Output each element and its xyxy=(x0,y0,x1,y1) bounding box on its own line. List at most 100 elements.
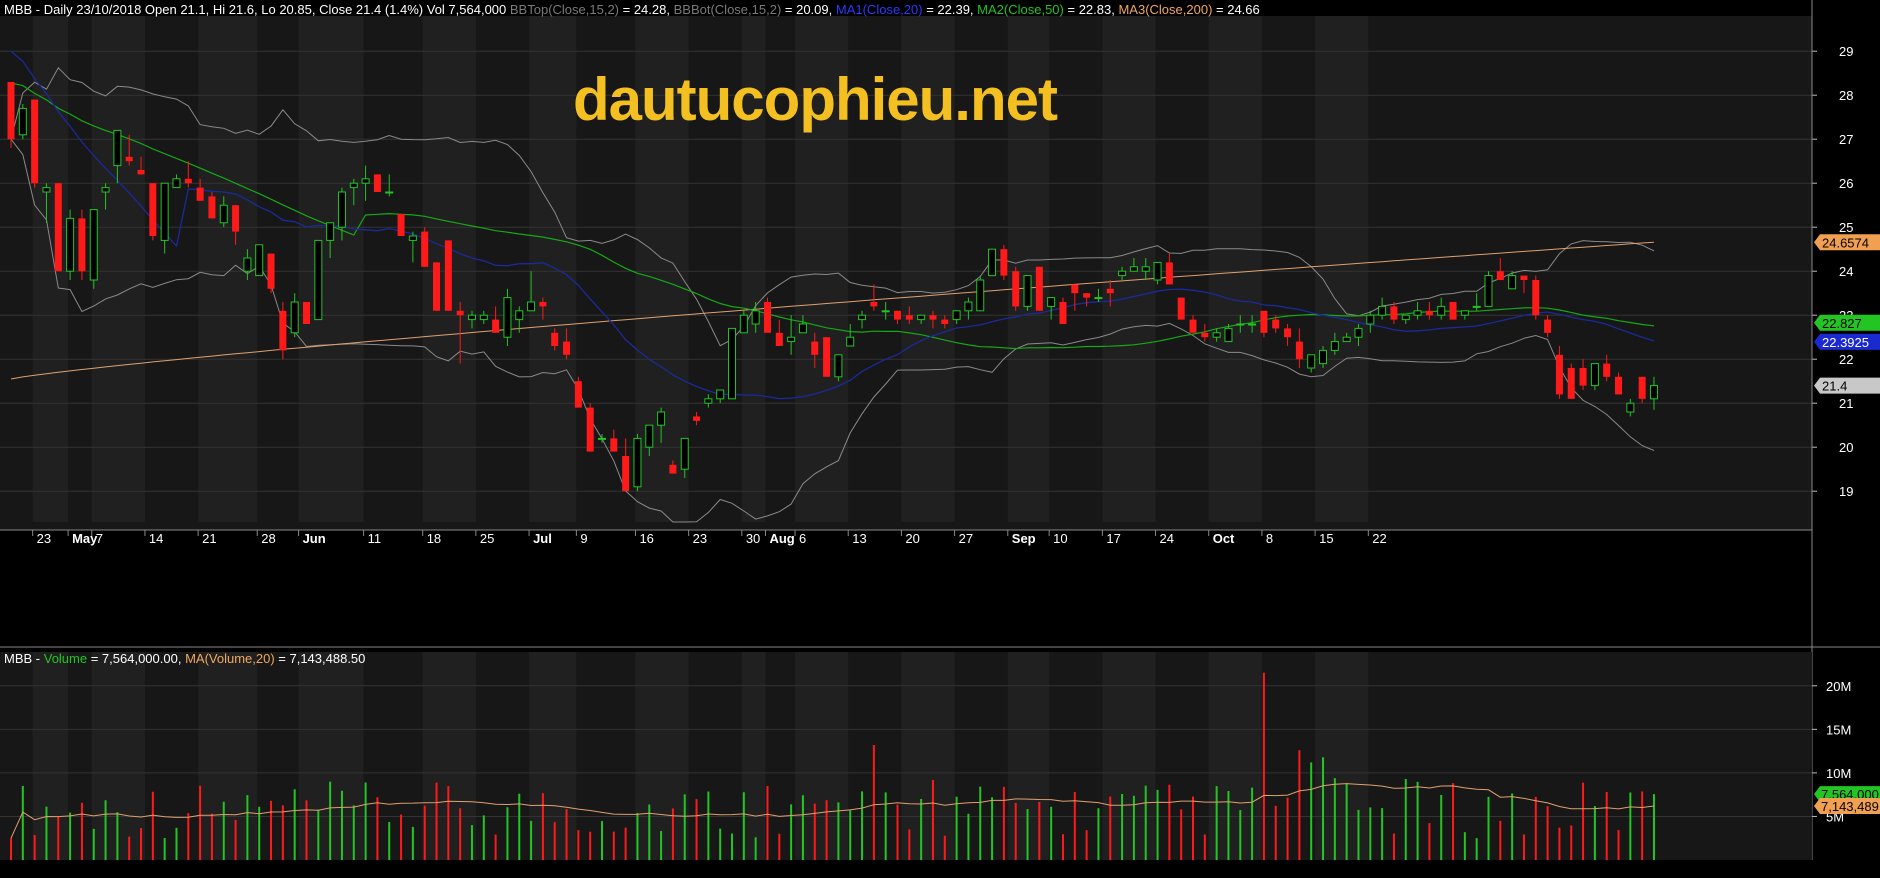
price-tick-label: 27 xyxy=(1839,132,1853,147)
candle-body xyxy=(1508,275,1517,290)
price-tick-label: 24 xyxy=(1839,264,1853,279)
candle-body xyxy=(314,239,323,321)
candle-body xyxy=(492,319,500,333)
candle-body xyxy=(219,204,228,224)
date-label: Oct xyxy=(1213,531,1235,546)
volume-header-prefix: MBB - xyxy=(4,651,44,666)
candle-body xyxy=(1579,368,1587,386)
week-band xyxy=(32,16,69,522)
candle-body xyxy=(539,302,547,307)
candle-body xyxy=(361,178,370,184)
candle-body xyxy=(1413,310,1422,316)
candle-body xyxy=(1000,249,1008,276)
volume-tick-label: 15M xyxy=(1826,722,1851,737)
candle-body xyxy=(456,310,464,316)
candle-body xyxy=(385,191,394,194)
date-label: 10 xyxy=(1053,531,1067,546)
volume-panel[interactable]: 5M10M15M20M7,564,0007,143,489 xyxy=(0,646,1880,860)
candle-body xyxy=(1224,327,1233,343)
candle-body xyxy=(7,82,15,140)
candle-body xyxy=(645,424,654,448)
watermark-logo: dautucophieu.net xyxy=(573,66,1058,133)
volume-ma-value: = 7,143,488.50 xyxy=(274,651,366,666)
candle-body xyxy=(775,332,783,346)
candle-body xyxy=(917,314,926,321)
candle-body xyxy=(125,156,133,162)
candle-body xyxy=(1071,284,1079,294)
candle-body xyxy=(1106,288,1114,294)
candle-body xyxy=(373,174,381,192)
candle-body xyxy=(1638,376,1646,399)
candle-body xyxy=(232,205,240,232)
candle-body xyxy=(503,297,512,338)
candle-body xyxy=(1295,341,1303,360)
candle-body xyxy=(267,253,275,289)
candle-body xyxy=(54,183,62,272)
ma2-label: MA2(Close,50) xyxy=(977,2,1064,17)
ma2-value: = 22.83, xyxy=(1063,2,1115,17)
candle-body xyxy=(929,315,937,320)
candle-body xyxy=(1165,262,1173,285)
candle-body xyxy=(243,257,252,272)
candle-body xyxy=(846,336,855,347)
price-value-tag-label: 24.6574 xyxy=(1822,235,1869,250)
candle-body xyxy=(1425,310,1433,316)
candle-body xyxy=(1484,275,1493,307)
candle-body xyxy=(1153,261,1162,281)
candle-body xyxy=(881,310,890,313)
candle-body xyxy=(1177,297,1185,320)
ma1-label: MA1(Close,20) xyxy=(835,2,923,17)
date-label: Aug xyxy=(769,531,794,546)
candle-body xyxy=(988,248,997,277)
candle-body xyxy=(1378,305,1387,316)
candle-body xyxy=(1248,323,1257,326)
candle-body xyxy=(113,129,122,167)
candle-body xyxy=(870,302,878,307)
date-label: 27 xyxy=(959,531,973,546)
week-band xyxy=(529,16,577,522)
candle-body xyxy=(172,178,181,189)
candle-body xyxy=(1129,266,1138,272)
candle-body xyxy=(1496,271,1504,280)
date-label: 13 xyxy=(852,531,866,546)
candle-body xyxy=(894,310,901,320)
candle-body xyxy=(101,187,110,193)
volume-value: = 7,564,000.00, xyxy=(87,651,182,666)
candle-body xyxy=(739,314,748,334)
price-value-tag-label: 22.3925 xyxy=(1822,335,1869,350)
candle-body xyxy=(408,235,417,241)
date-label: Jul xyxy=(533,531,552,546)
candle-body xyxy=(337,191,346,228)
date-label: 9 xyxy=(580,531,587,546)
candle-body xyxy=(397,214,405,236)
candle-body xyxy=(551,332,559,346)
candle-body xyxy=(467,314,476,321)
candle-body xyxy=(255,244,264,277)
candle-body xyxy=(574,381,582,408)
candle-body xyxy=(610,438,618,452)
candle-body xyxy=(1047,297,1056,307)
date-label: 14 xyxy=(149,531,163,546)
candle-body xyxy=(680,437,689,470)
week-band xyxy=(1208,16,1262,522)
candle-body xyxy=(586,407,594,452)
candle-body xyxy=(1330,341,1339,351)
candle-body xyxy=(290,301,299,334)
candle-body xyxy=(1284,328,1292,338)
price-header: MBB - Daily 23/10/2018 Open 21.1, Hi 21.… xyxy=(4,2,1260,17)
candle-body xyxy=(208,196,216,219)
candle-body xyxy=(18,107,27,136)
candle-body xyxy=(563,341,571,355)
candle-body xyxy=(823,337,831,377)
volume-tick-label: 20M xyxy=(1826,679,1851,694)
candle-body xyxy=(1307,354,1316,369)
candle-body xyxy=(479,314,488,321)
candle-body xyxy=(349,182,358,189)
date-label: 8 xyxy=(1266,531,1273,546)
candle-body xyxy=(751,310,760,325)
candle-body xyxy=(1260,310,1268,333)
candle-body xyxy=(1236,323,1245,326)
price-tick-label: 19 xyxy=(1839,484,1853,499)
candle-body xyxy=(184,178,192,184)
date-label: 23 xyxy=(693,531,707,546)
